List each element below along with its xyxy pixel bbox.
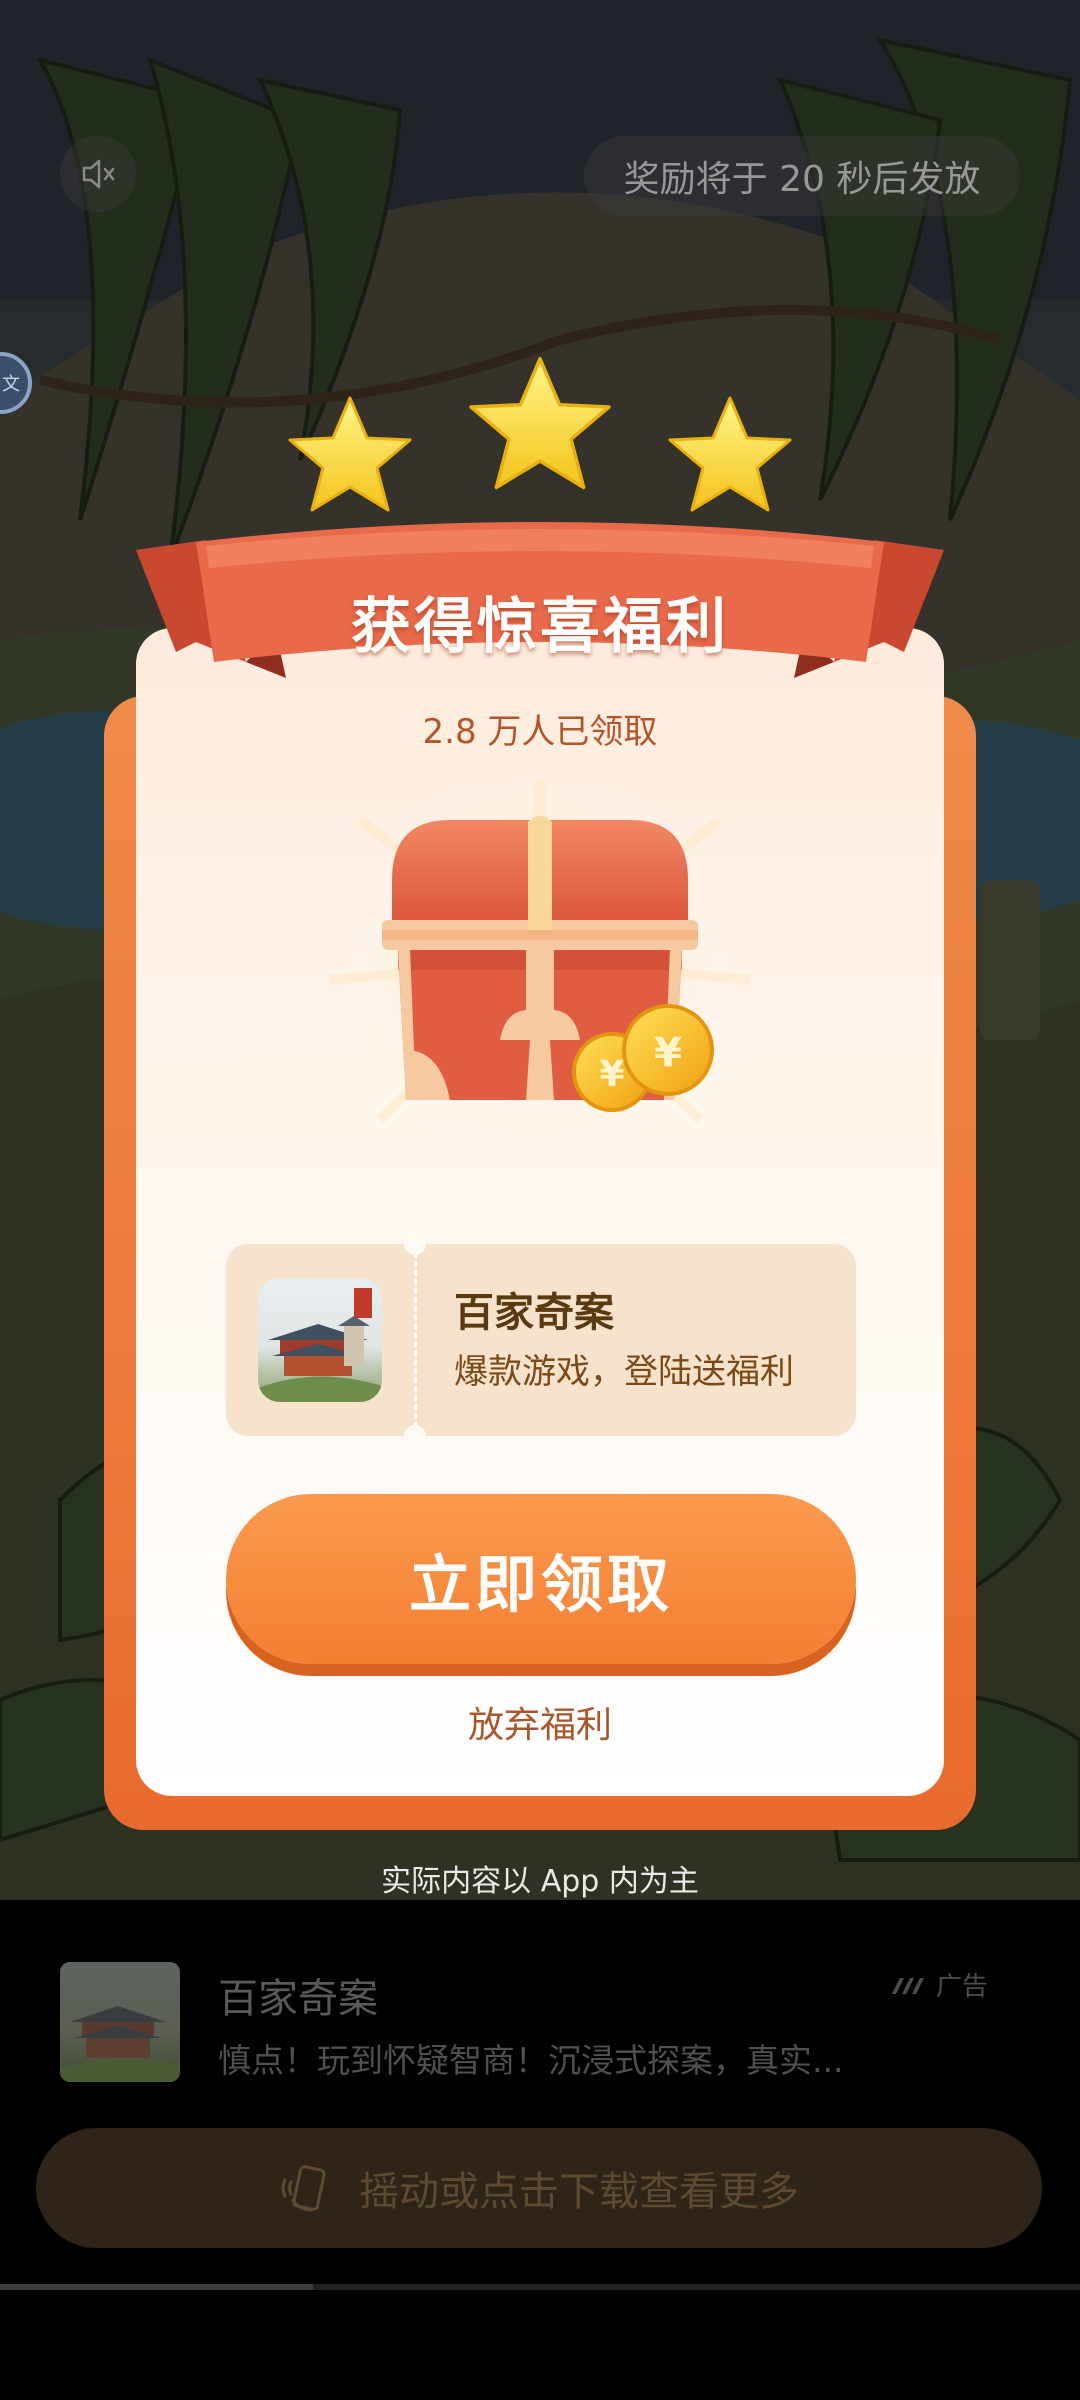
video-progress-fill [0,2284,314,2290]
mute-button[interactable] [60,136,136,212]
game-app-icon [258,1278,382,1402]
ad-thumbnail[interactable] [60,1962,180,2082]
ticket-notch [404,1425,426,1447]
game-tagline: 爆款游戏，登陆送福利 [454,1352,794,1392]
claim-now-button[interactable]: 立即领取 [226,1494,856,1664]
download-button-label: 摇动或点击下载查看更多 [359,2169,799,2215]
reward-countdown: 奖励将于 20 秒后发放 [584,136,1020,216]
speaker-muted-icon [82,159,115,189]
ticket-perforation [414,1252,417,1428]
ad-label: 广告 [890,1966,988,2003]
star-icon [668,396,792,512]
svg-text:¥: ¥ [654,1030,682,1076]
ad-network-logo-icon [892,1977,924,1994]
star-icon [288,396,412,512]
pagoda-icon [258,1288,382,1402]
ad-description: 慎点！玩到怀疑智商！沉浸式探案，真实... [218,2041,844,2080]
game-name: 百家奇案 [454,1290,614,1336]
claimed-count: 2.8 万人已领取 [422,712,658,752]
ticket-notch [404,1233,426,1255]
treasure-chest-icon: ¥ ¥ [329,780,751,1140]
disclaimer-text: 实际内容以 App 内为主 [381,1864,699,1899]
give-up-link[interactable]: 放弃福利 [0,1696,1080,1748]
three-stars [288,356,792,512]
shake-phone-icon [281,2165,326,2212]
ad-title[interactable]: 百家奇案 [218,1966,378,2024]
card-title: 获得惊喜福利 [351,592,729,662]
star-icon [469,356,611,490]
coin-icon: ¥ [622,1004,714,1096]
ad-tag-text: 广告 [936,1972,989,2002]
download-button[interactable]: 摇动或点击下载查看更多 [36,2128,1042,2248]
svg-text:¥: ¥ [599,1054,624,1095]
video-progress-bar [0,2284,1080,2290]
pagoda-icon [60,2006,180,2082]
